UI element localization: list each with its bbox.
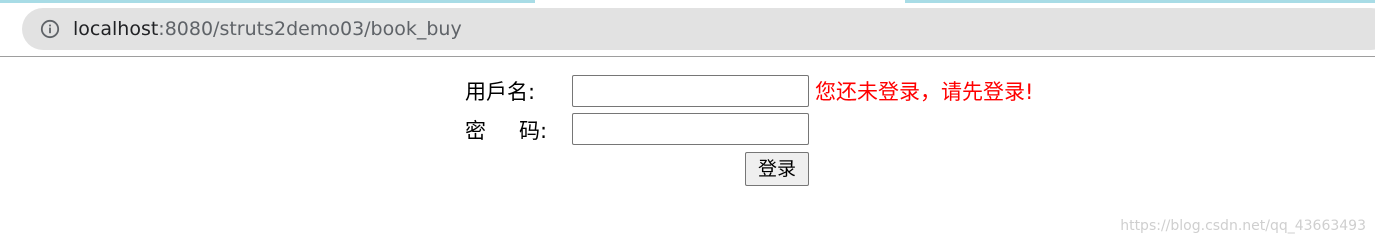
address-url[interactable]: localhost:8080/struts2demo03/book_buy	[73, 14, 462, 44]
watermark: https://blog.csdn.net/qq_43663493	[1120, 218, 1366, 234]
url-host: localhost	[73, 18, 159, 40]
password-label-char-1: 密	[465, 119, 486, 143]
password-input[interactable]	[572, 113, 809, 145]
login-required-error: 您还未登录，请先登录!	[815, 80, 1034, 104]
tab-strip-edge	[905, 0, 1375, 3]
username-label: 用戶名:	[465, 80, 536, 104]
password-label-char-2: 码:	[519, 119, 548, 143]
url-path: :8080/struts2demo03/book_buy	[158, 18, 462, 40]
username-input[interactable]	[572, 75, 809, 107]
info-icon[interactable]	[40, 19, 60, 39]
login-button[interactable]: 登录	[745, 152, 809, 186]
toolbar-divider	[0, 56, 1375, 57]
browser-toolbar: localhost:8080/struts2demo03/book_buy	[0, 0, 1375, 57]
tab-strip-edge	[0, 0, 535, 3]
